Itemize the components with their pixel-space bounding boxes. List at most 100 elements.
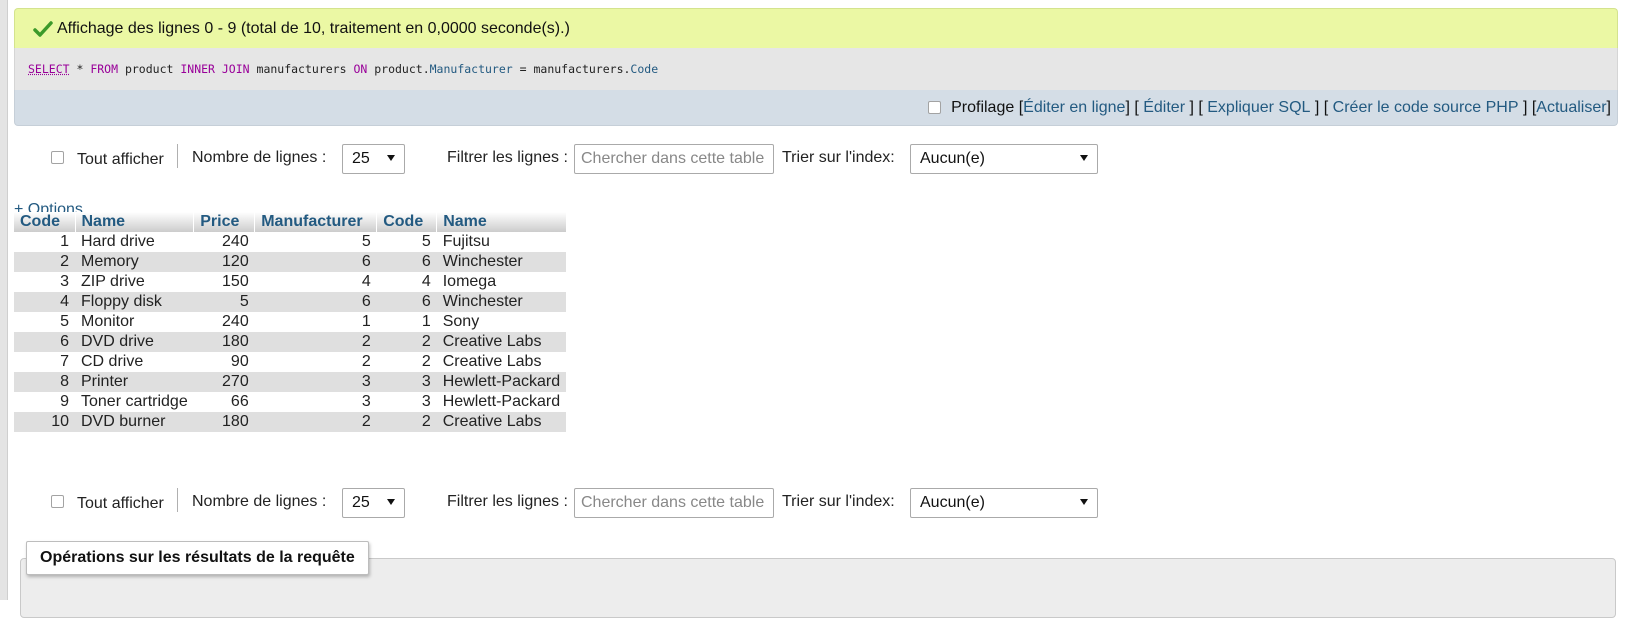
rows-select[interactable]: 25: [342, 488, 405, 518]
sql-keyword-from: FROM: [90, 62, 119, 76]
code-cell[interactable]: 2: [14, 252, 75, 272]
profiling-label: Profilage: [951, 98, 1015, 116]
name-cell[interactable]: Iomega: [436, 272, 567, 292]
profiling-checkbox[interactable]: [928, 101, 942, 114]
code-cell[interactable]: 2: [376, 332, 437, 352]
manufacturer-cell[interactable]: 1: [254, 312, 377, 332]
code-cell[interactable]: 6: [14, 332, 75, 352]
name-cell[interactable]: Creative Labs: [436, 332, 567, 352]
table-row[interactable]: 1 Hard drive 240 5 5 Fujitsu: [14, 232, 567, 252]
code-cell[interactable]: 3: [376, 392, 437, 412]
sort-index-select[interactable]: Aucun(e): [910, 488, 1098, 518]
price-cell[interactable]: 66: [193, 392, 255, 412]
code-cell[interactable]: 2: [376, 352, 437, 372]
sql-token: manufacturers: [249, 62, 354, 76]
price-cell[interactable]: 5: [193, 292, 255, 312]
name-cell[interactable]: Hewlett-Packard: [436, 392, 567, 412]
name-cell[interactable]: ZIP drive: [75, 272, 194, 292]
manufacturer-cell[interactable]: 6: [254, 292, 377, 312]
name-cell[interactable]: Floppy disk: [75, 292, 194, 312]
table-row[interactable]: 9 Toner cartridge 66 3 3 Hewlett-Packard: [14, 392, 567, 412]
filter-input[interactable]: Chercher dans cette table: [574, 144, 774, 174]
column-header-name[interactable]: Name: [436, 212, 567, 232]
code-cell[interactable]: 5: [14, 312, 75, 332]
code-cell[interactable]: 2: [376, 412, 437, 432]
name-cell[interactable]: Creative Labs: [436, 352, 567, 372]
manufacturer-cell[interactable]: 2: [254, 412, 377, 432]
table-row[interactable]: 5 Monitor 240 1 1 Sony: [14, 312, 567, 332]
manufacturer-cell[interactable]: 4: [254, 272, 377, 292]
code-cell[interactable]: 6: [376, 252, 437, 272]
price-cell[interactable]: 120: [193, 252, 255, 272]
manufacturer-cell[interactable]: 3: [254, 392, 377, 412]
query-operations-title: Opérations sur les résultats de la requê…: [26, 541, 369, 575]
name-cell[interactable]: Sony: [436, 312, 567, 332]
code-cell[interactable]: 10: [14, 412, 75, 432]
refresh-link[interactable]: Actualiser: [1536, 99, 1606, 117]
price-cell[interactable]: 150: [193, 272, 255, 292]
column-header-code[interactable]: Code: [376, 212, 438, 232]
manufacturer-cell[interactable]: 2: [254, 352, 377, 372]
manufacturer-cell[interactable]: 6: [254, 252, 377, 272]
price-cell[interactable]: 240: [193, 232, 255, 252]
table-row[interactable]: 6 DVD drive 180 2 2 Creative Labs: [14, 332, 567, 352]
code-cell[interactable]: 8: [14, 372, 75, 392]
column-header-manufacturer[interactable]: Manufacturer: [254, 212, 378, 232]
name-cell[interactable]: Hard drive: [75, 232, 194, 252]
code-cell[interactable]: 1: [14, 232, 75, 252]
code-cell[interactable]: 4: [14, 292, 75, 312]
name-cell[interactable]: Memory: [75, 252, 194, 272]
name-cell[interactable]: DVD burner: [75, 412, 194, 432]
price-cell[interactable]: 180: [193, 412, 255, 432]
show-all-checkbox[interactable]: [51, 151, 64, 164]
rows-select[interactable]: 25: [342, 144, 405, 174]
table-row[interactable]: 7 CD drive 90 2 2 Creative Labs: [14, 352, 567, 372]
name-cell[interactable]: CD drive: [75, 352, 194, 372]
table-row[interactable]: 3 ZIP drive 150 4 4 Iomega: [14, 272, 567, 292]
sql-keyword-select[interactable]: SELECT: [28, 62, 70, 76]
code-cell[interactable]: 3: [376, 372, 437, 392]
code-cell[interactable]: 9: [14, 392, 75, 412]
manufacturer-cell[interactable]: 3: [254, 372, 377, 392]
code-cell[interactable]: 6: [376, 292, 437, 312]
navigation-bar-bottom: Tout afficher Nombre de lignes : 25 Filt…: [14, 484, 1618, 520]
table-row[interactable]: 4 Floppy disk 5 6 6 Winchester: [14, 292, 567, 312]
price-cell[interactable]: 180: [193, 332, 255, 352]
column-header-code[interactable]: Code: [14, 212, 76, 232]
table-row[interactable]: 10 DVD burner 180 2 2 Creative Labs: [14, 412, 567, 432]
name-cell[interactable]: Winchester: [436, 252, 567, 272]
price-cell[interactable]: 270: [193, 372, 255, 392]
create-php-link[interactable]: Créer le code source PHP: [1333, 99, 1519, 117]
code-cell[interactable]: 4: [376, 272, 437, 292]
sort-select-value: Aucun(e): [920, 150, 985, 167]
name-cell[interactable]: Printer: [75, 372, 194, 392]
code-cell[interactable]: 3: [14, 272, 75, 292]
edit-link[interactable]: Éditer: [1143, 99, 1185, 117]
chevron-down-icon: [1080, 499, 1088, 505]
name-cell[interactable]: DVD drive: [75, 332, 194, 352]
code-cell[interactable]: 5: [376, 232, 437, 252]
edit-inline-link[interactable]: Éditer en ligne: [1023, 99, 1125, 117]
code-cell[interactable]: 7: [14, 352, 75, 372]
manufacturer-cell[interactable]: 2: [254, 332, 377, 352]
price-cell[interactable]: 90: [193, 352, 255, 372]
name-cell[interactable]: Fujitsu: [436, 232, 567, 252]
name-cell[interactable]: Winchester: [436, 292, 567, 312]
code-cell[interactable]: 1: [376, 312, 437, 332]
name-cell[interactable]: Toner cartridge: [75, 392, 194, 412]
table-row[interactable]: 8 Printer 270 3 3 Hewlett-Packard: [14, 372, 567, 392]
filter-input[interactable]: Chercher dans cette table: [574, 488, 774, 518]
explain-sql-link[interactable]: Expliquer SQL: [1207, 99, 1310, 117]
show-all-checkbox[interactable]: [51, 495, 64, 508]
price-cell[interactable]: 240: [193, 312, 255, 332]
table-row[interactable]: 2 Memory 120 6 6 Winchester: [14, 252, 567, 272]
column-header-name[interactable]: Name: [75, 212, 195, 232]
manufacturer-cell[interactable]: 5: [254, 232, 377, 252]
column-header-price[interactable]: Price: [193, 212, 256, 232]
name-cell[interactable]: Hewlett-Packard: [436, 372, 567, 392]
sort-index-select[interactable]: Aucun(e): [910, 144, 1098, 174]
checkmark-icon: [33, 20, 53, 37]
name-cell[interactable]: Monitor: [75, 312, 194, 332]
name-cell[interactable]: Creative Labs: [436, 412, 567, 432]
filter-label: Filtrer les lignes :: [447, 149, 568, 166]
